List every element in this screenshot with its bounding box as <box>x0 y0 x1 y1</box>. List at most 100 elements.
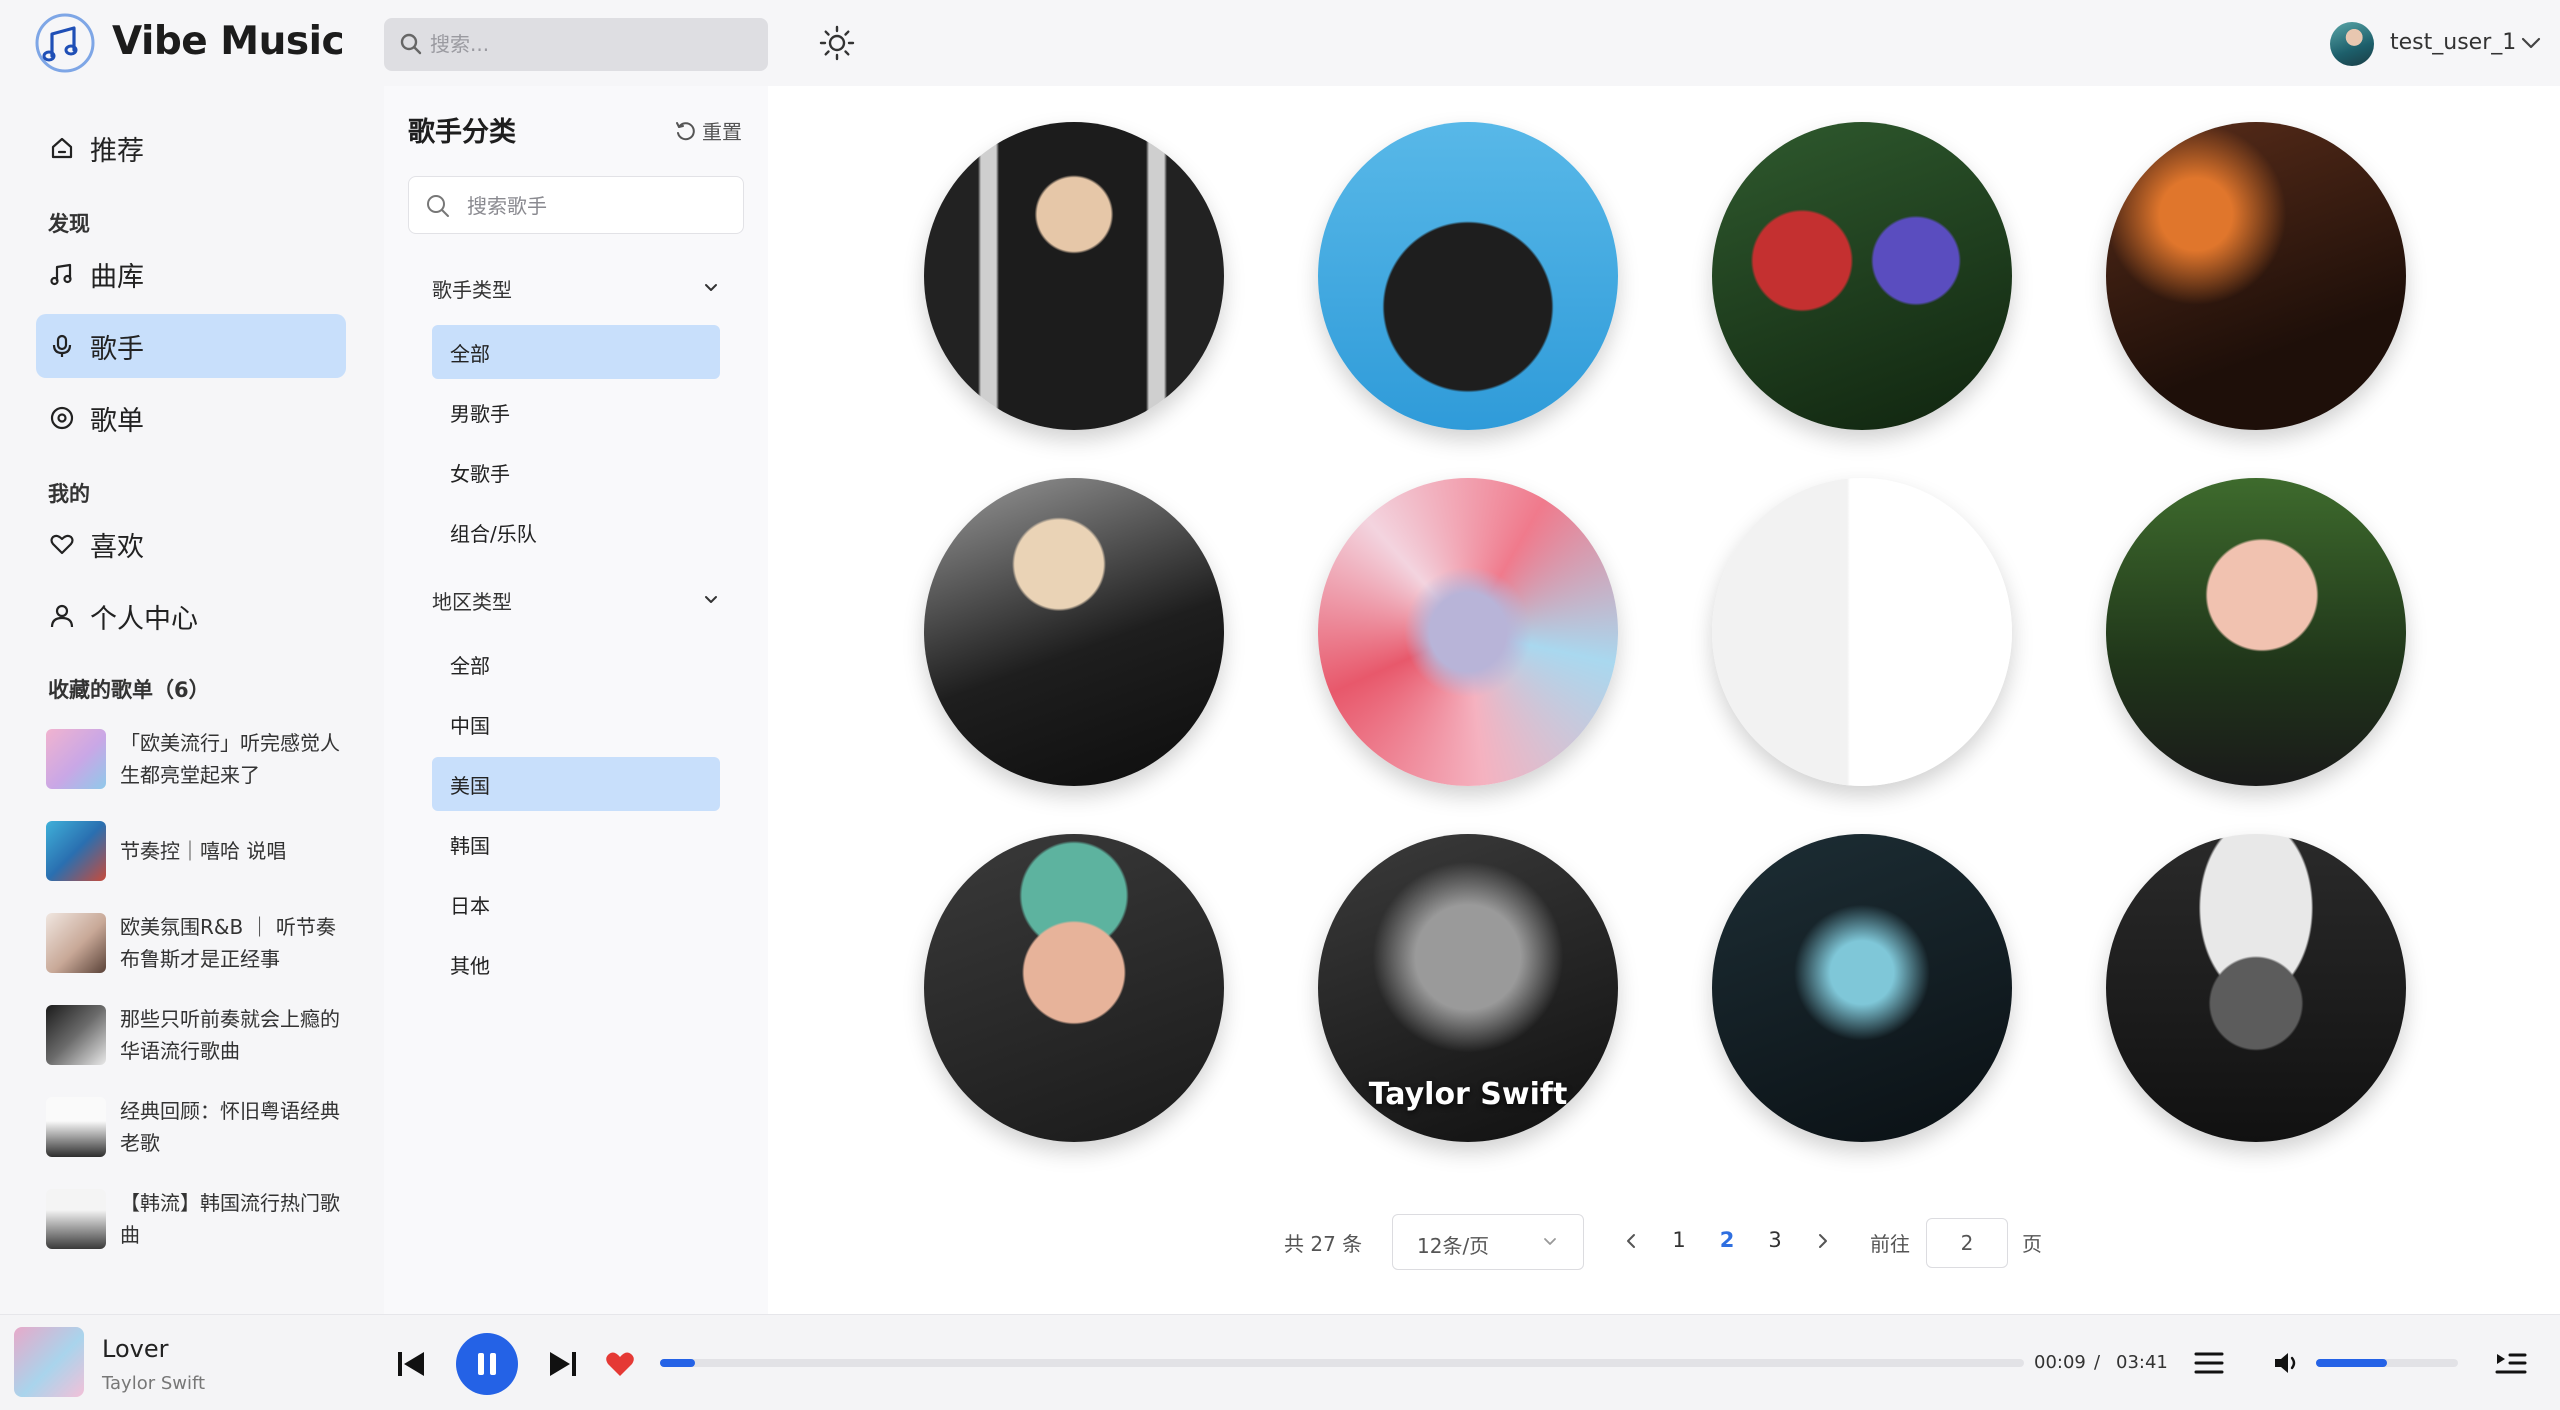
now-playing-title[interactable]: Lover <box>102 1335 168 1363</box>
artist-card[interactable] <box>2106 478 2406 786</box>
user-name[interactable]: test_user_1 <box>2390 30 2516 55</box>
sidebar: 推荐 发现 曲库 歌手 歌单 我的 喜欢 个人中心 收藏的歌单（6） 「欧美流行… <box>0 86 384 1314</box>
artist-card[interactable] <box>2106 834 2406 1142</box>
disc-icon <box>50 406 74 430</box>
playback-progress-slider[interactable] <box>660 1359 2024 1367</box>
type-option-female[interactable]: 女歌手 <box>432 445 720 499</box>
region-option-other[interactable]: 其他 <box>432 937 720 991</box>
artist-card[interactable] <box>2106 122 2406 430</box>
page-number-2[interactable]: 2 <box>1712 1228 1742 1252</box>
now-playing-artist[interactable]: Taylor Swift <box>102 1373 205 1394</box>
playlist-queue-icon[interactable] <box>2192 1347 2226 1379</box>
reset-button[interactable]: 重置 <box>674 116 742 145</box>
chevron-down-icon <box>1544 1238 1556 1245</box>
type-option-all[interactable]: 全部 <box>432 325 720 379</box>
artist-card[interactable] <box>1318 478 1618 786</box>
play-pause-button[interactable] <box>456 1333 518 1395</box>
now-playing-cover[interactable] <box>14 1327 84 1397</box>
play-queue-toggle-icon[interactable] <box>2494 1349 2528 1379</box>
playlist-cover <box>46 1005 106 1065</box>
region-option-usa[interactable]: 美国 <box>432 757 720 811</box>
artist-card[interactable]: Taylor Swift <box>1318 834 1618 1142</box>
pause-icon <box>478 1353 496 1375</box>
artist-name-label: Taylor Swift <box>1368 1077 1568 1112</box>
heart-icon <box>50 534 74 555</box>
favorite-playlist-item[interactable]: 那些只听前奏就会上瘾的华语流行歌曲 <box>46 1002 366 1068</box>
page-suffix: 页 <box>2022 1232 2042 1256</box>
next-page-icon[interactable] <box>1812 1230 1834 1252</box>
app-title: Vibe Music <box>112 19 345 64</box>
playlist-title: 「欧美流行」听完感觉人生都亮堂起来了 <box>120 731 340 787</box>
sidebar-item-label: 个人中心 <box>90 603 198 635</box>
type-group-header[interactable]: 歌手类型 <box>432 268 722 308</box>
next-track-icon[interactable] <box>546 1349 578 1379</box>
chevron-down-icon[interactable] <box>2516 28 2546 58</box>
region-group-header[interactable]: 地区类型 <box>432 580 722 620</box>
previous-track-icon[interactable] <box>396 1349 428 1379</box>
global-search[interactable] <box>384 18 768 71</box>
like-heart-icon[interactable] <box>604 1349 636 1379</box>
avatar[interactable] <box>2330 22 2374 66</box>
type-option-male[interactable]: 男歌手 <box>432 385 720 439</box>
favorite-playlist-item[interactable]: 节奏控｜嘻哈 说唱 <box>46 818 366 884</box>
sidebar-item-library[interactable]: 曲库 <box>36 242 346 306</box>
sidebar-item-playlists[interactable]: 歌单 <box>36 386 346 450</box>
artist-card[interactable] <box>924 122 1224 430</box>
section-label-mine: 我的 <box>48 482 90 506</box>
artist-card[interactable] <box>924 834 1224 1142</box>
playback-progress-fill <box>660 1359 696 1367</box>
top-header: Vibe Music test_user_1 <box>0 0 2560 86</box>
playlist-title: 欧美氛围R&B ｜ 听节奏布鲁斯才是正经事 <box>120 915 336 971</box>
sidebar-item-label: 推荐 <box>90 135 144 167</box>
region-group-label: 地区类型 <box>432 589 512 614</box>
duration: 03:41 <box>2116 1352 2168 1373</box>
current-time: 00:09 <box>2034 1352 2086 1373</box>
playlist-cover <box>46 821 106 881</box>
region-option-korea[interactable]: 韩国 <box>432 817 720 871</box>
playlist-title: 那些只听前奏就会上瘾的华语流行歌曲 <box>120 1007 340 1063</box>
region-option-japan[interactable]: 日本 <box>432 877 720 931</box>
chevron-down-icon <box>705 596 717 603</box>
page-number-3[interactable]: 3 <box>1760 1228 1790 1252</box>
time-separator: / <box>2094 1352 2101 1373</box>
sidebar-item-label: 喜欢 <box>90 531 144 563</box>
theme-toggle-sun-icon[interactable] <box>818 24 856 62</box>
sidebar-item-recommend[interactable]: 推荐 <box>36 116 346 180</box>
playlist-title: 【韩流】韩国流行热门歌曲 <box>120 1191 340 1247</box>
music-note-logo-icon <box>35 13 95 73</box>
artist-card[interactable] <box>1712 478 2012 786</box>
artist-card[interactable] <box>924 478 1224 786</box>
home-icon <box>51 137 73 159</box>
volume-slider[interactable] <box>2316 1359 2458 1367</box>
favorite-playlist-item[interactable]: 欧美氛围R&B ｜ 听节奏布鲁斯才是正经事 <box>46 910 366 976</box>
prev-page-icon[interactable] <box>1620 1230 1642 1252</box>
sidebar-item-likes[interactable]: 喜欢 <box>36 512 346 576</box>
sidebar-item-label: 曲库 <box>90 261 144 293</box>
sidebar-item-profile[interactable]: 个人中心 <box>36 584 346 648</box>
type-option-group[interactable]: 组合/乐队 <box>432 505 720 559</box>
page-size-value: 12条/页 <box>1417 1234 1490 1258</box>
total-count: 共 27 条 <box>1284 1232 1363 1256</box>
playlist-cover <box>46 1097 106 1157</box>
favorite-playlist-item[interactable]: 「欧美流行」听完感觉人生都亮堂起来了 <box>46 726 366 792</box>
playlist-cover <box>46 913 106 973</box>
artist-card[interactable] <box>1712 122 2012 430</box>
page-size-select[interactable]: 12条/页 <box>1392 1214 1584 1270</box>
favorite-playlist-item[interactable]: 经典回顾：怀旧粤语经典老歌 <box>46 1094 366 1160</box>
region-option-all[interactable]: 全部 <box>432 637 720 691</box>
artist-search[interactable] <box>408 176 744 234</box>
goto-page-input[interactable] <box>1926 1218 2008 1268</box>
playlist-title: 经典回顾：怀旧粤语经典老歌 <box>120 1099 340 1155</box>
search-input[interactable] <box>430 26 750 62</box>
microphone-icon <box>52 334 72 357</box>
sidebar-item-artists[interactable]: 歌手 <box>36 314 346 378</box>
search-icon <box>427 195 449 217</box>
page-number-1[interactable]: 1 <box>1664 1228 1694 1252</box>
volume-icon[interactable] <box>2272 1349 2302 1377</box>
region-option-china[interactable]: 中国 <box>432 697 720 751</box>
section-label-discover: 发现 <box>48 212 90 236</box>
artist-card[interactable] <box>1318 122 1618 430</box>
favorite-playlist-item[interactable]: 【韩流】韩国流行热门歌曲 <box>46 1186 366 1252</box>
artist-card[interactable] <box>1712 834 2012 1142</box>
artist-search-input[interactable] <box>467 189 727 223</box>
